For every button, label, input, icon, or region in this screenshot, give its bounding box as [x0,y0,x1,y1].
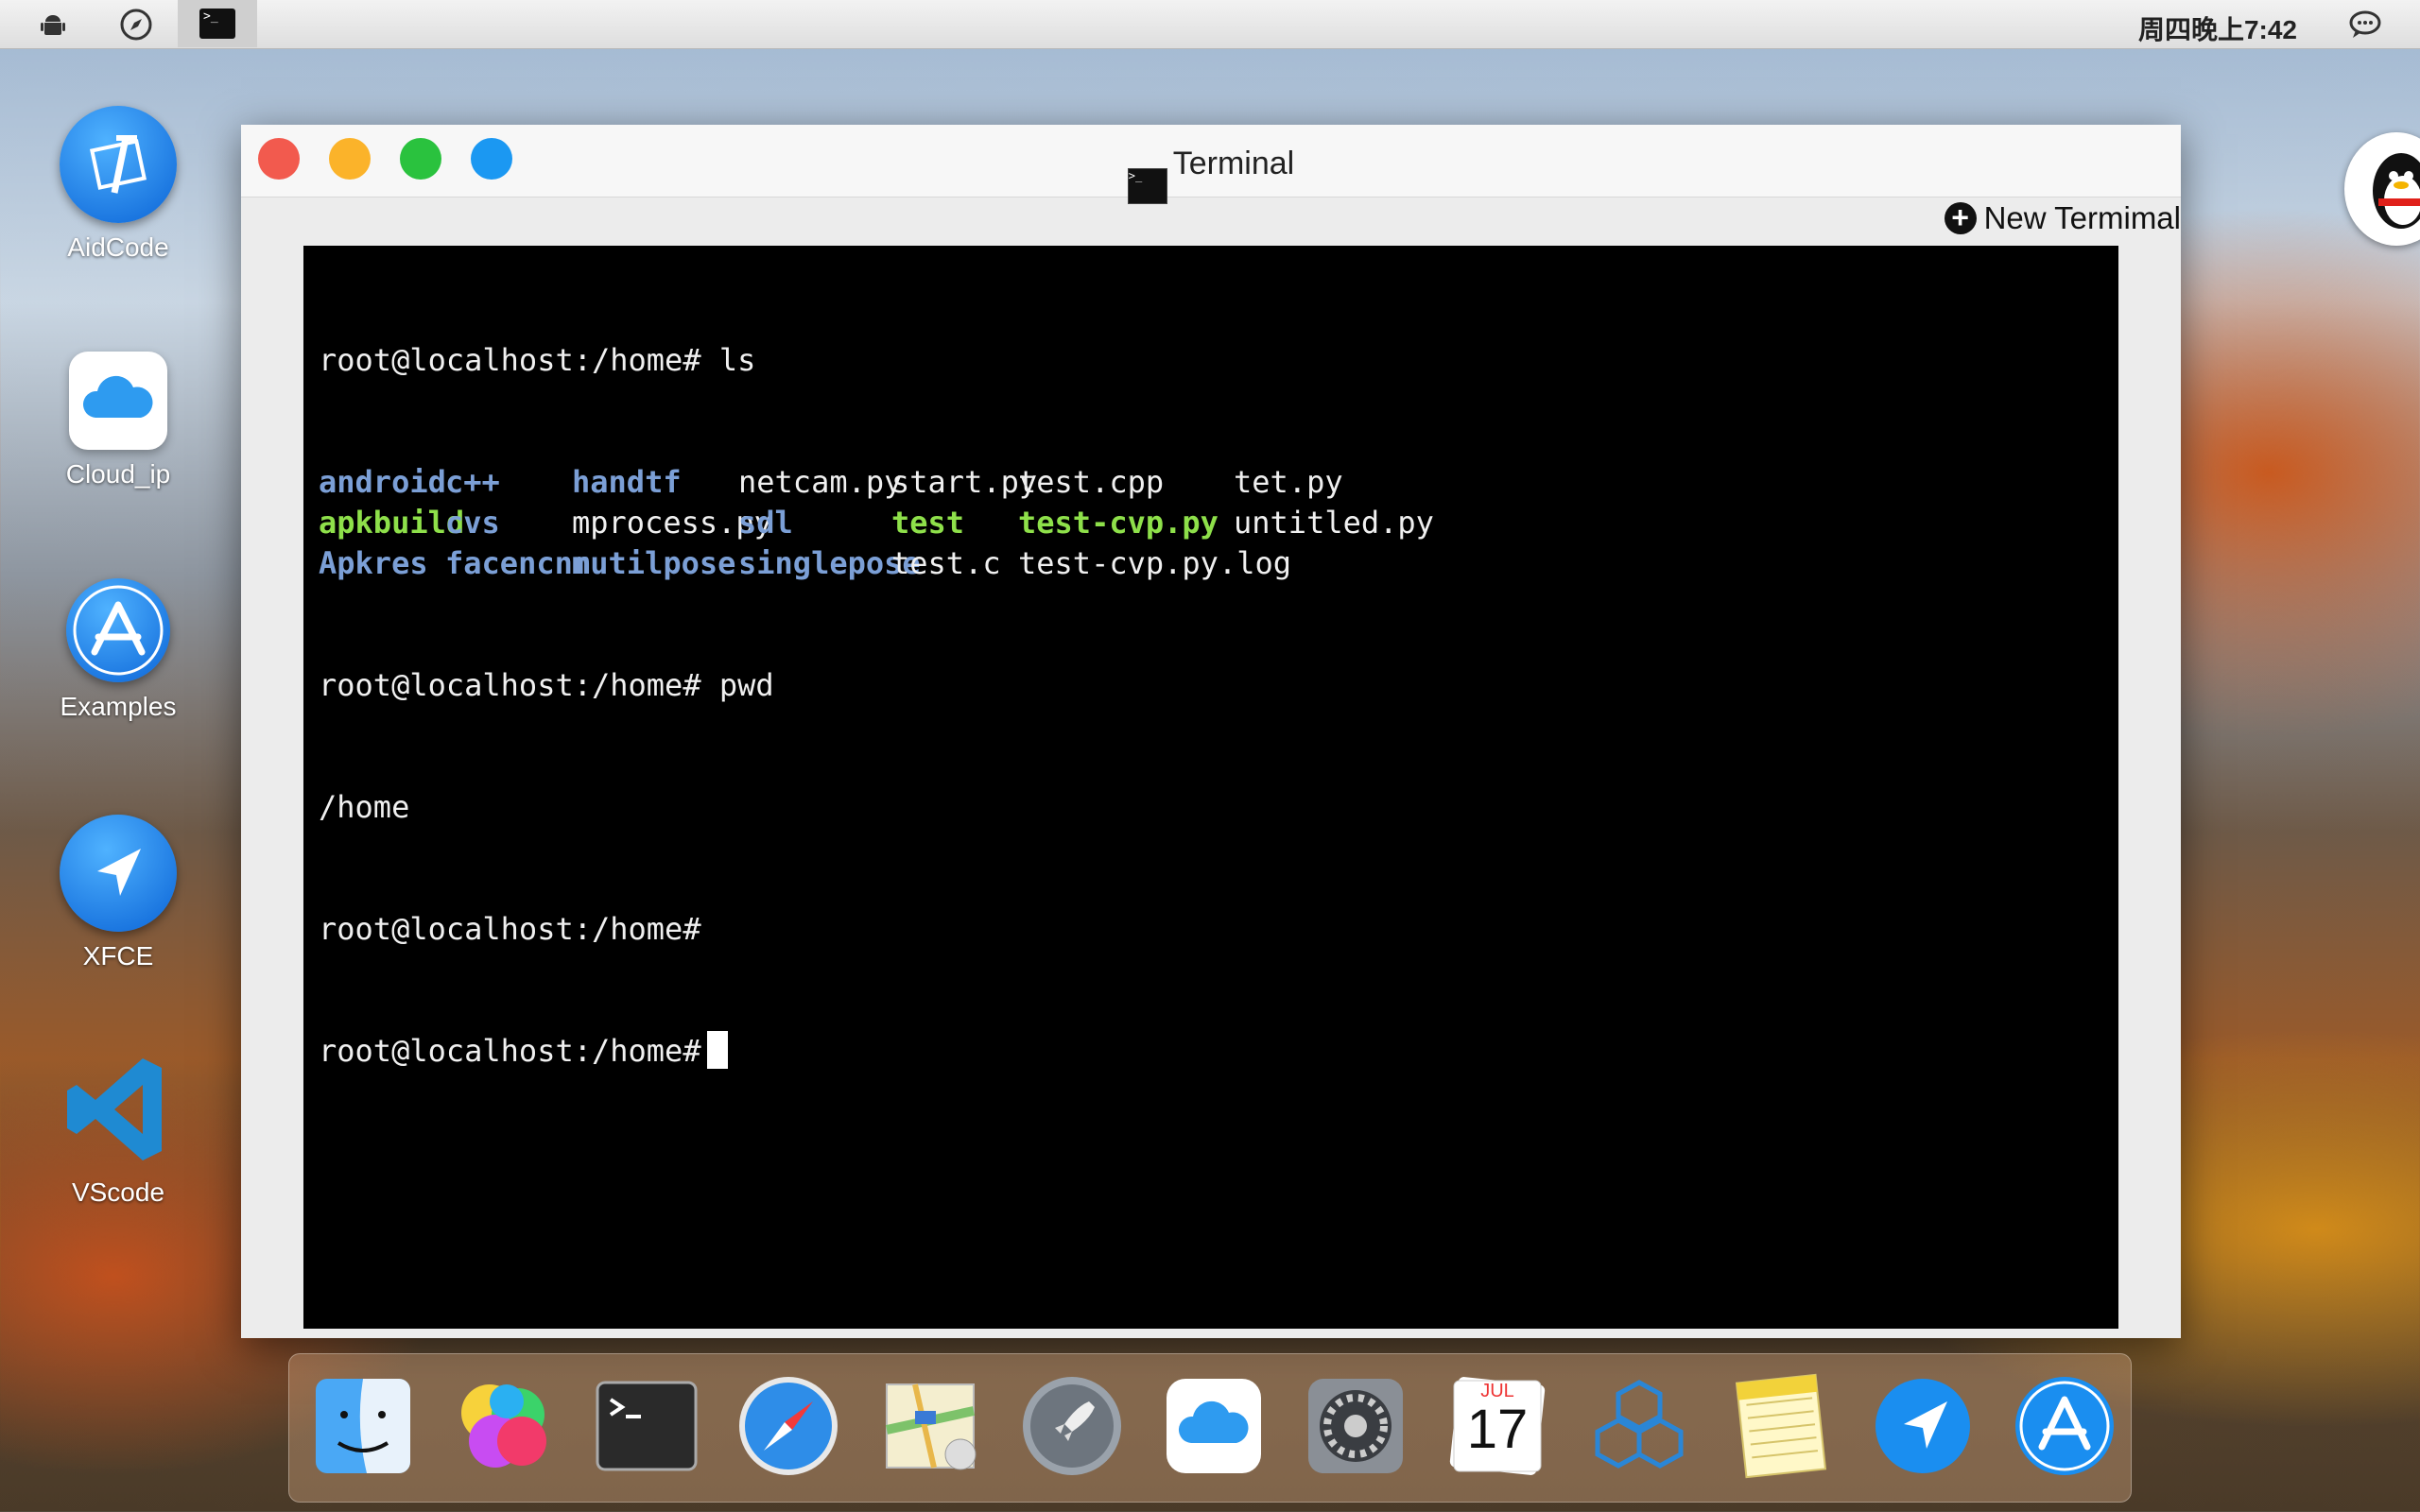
desktop-icon-label: XFCE [82,941,154,971]
window-title-text: Terminal [1172,146,1295,181]
ls-entry: test-cvp.py [1018,505,1219,541]
game-center-icon[interactable] [452,1373,558,1479]
launchpad-icon[interactable] [1019,1373,1125,1479]
ls-entry: singlepose [738,545,921,581]
ls-entry: test.c [891,545,1001,581]
menu-clock[interactable]: 周四晚上7:42 [2138,9,2297,47]
ls-entry: start.py [891,464,1038,500]
ls-entry: Apkres [319,545,428,581]
terminal-output-line: /home [319,789,410,825]
desktop-icon-aidcode[interactable]: AidCode [38,106,199,263]
terminal-prompt: root@localhost:/home# [319,1033,701,1069]
chat-bubble-icon[interactable] [2348,9,2382,40]
ls-row: apkbuildcvs mprocess.pysdl test test-cvp.py… [319,503,2103,543]
ls-entry: netcam.py [738,464,903,500]
app-store-icon [66,578,170,682]
plus-circle-icon: + [1944,202,1977,234]
ls-entry: test [891,505,965,541]
terminal-command: ls [718,342,756,378]
terminal-window: >_ Terminal + New Termimal root@localhost… [241,125,2181,1338]
ls-entry: cvs [445,505,500,541]
ls-entry: test-cvp.py.log [1018,545,1291,581]
ls-entry: test.cpp [1018,464,1165,500]
terminal-line: root@localhost:/home# [319,909,2103,950]
icloud-icon[interactable] [1161,1373,1267,1479]
ls-entry: apkbuild [319,505,465,541]
terminal-icon[interactable] [594,1373,700,1479]
desktop-icon-label: VScode [71,1177,165,1207]
terminal-prompt: root@localhost:/home# [319,342,701,378]
ls-entry: facencnn [445,545,592,581]
ls-row: androidc++ handtf netcam.pystart.pytest.cp… [319,462,2103,503]
terminal-prompt: root@localhost:/home# [319,911,701,947]
ls-entry: mprocess.py [572,505,772,541]
terminal-line: root@localhost:/home# [319,1031,2103,1072]
terminal-prompt: root@localhost:/home# [319,667,701,703]
ls-entry: untitled.py [1234,505,1434,541]
aidcode-icon [60,106,177,223]
compass-icon[interactable] [119,8,153,42]
new-terminal-label: New Termimal [1983,200,2181,235]
new-terminal-button[interactable]: + New Termimal [1944,200,2181,236]
terminal-cursor [706,1031,728,1069]
finder-icon[interactable] [310,1373,416,1479]
window-titlebar[interactable]: >_ Terminal [241,125,2181,204]
ls-entry: tet.py [1234,464,1343,500]
terminal-output[interactable]: root@localhost:/home# ls androidc++ handt… [303,246,2118,1329]
safari-icon[interactable] [735,1373,841,1479]
ls-entry: sdl [738,505,793,541]
menu-bar: >_ 周四晚上7:42 [0,0,2420,49]
cloud-icon [69,352,167,450]
maps-icon[interactable] [877,1373,983,1479]
terminal-line: root@localhost:/home# ls [319,340,2103,381]
cubes-icon[interactable] [1586,1373,1692,1479]
ls-output: androidc++ handtf netcam.pystart.pytest.cp… [319,462,2103,584]
calendar-day: 17 [1466,1399,1529,1460]
xfce-arrow-icon[interactable] [1870,1373,1976,1479]
desktop-icon-label: AidCode [67,232,169,262]
terminal-command: pwd [718,667,774,703]
qq-penguin-icon[interactable] [2344,132,2420,246]
xfce-arrow-icon [60,815,177,932]
desktop-icon-label: Cloud_ip [65,459,171,489]
vscode-icon [60,1051,177,1168]
ls-entry: android [319,464,446,500]
desktop-icon-examples[interactable]: Examples [38,578,199,722]
desktop-icon-cloud-ip[interactable]: Cloud_ip [38,342,199,490]
ls-entry: mutilpose [572,545,736,581]
desktop-icon-label: Examples [60,692,177,721]
android-icon[interactable] [36,8,70,42]
window-title: >_ Terminal [241,146,2181,204]
terminal-icon[interactable]: >_ [178,0,257,47]
terminal-icon: >_ [1127,168,1167,204]
desktop-icon-xfce[interactable]: XFCE [38,815,199,971]
ls-row: Apkres facencnnmutilposesingleposetest.c t… [319,543,2103,584]
notes-icon[interactable] [1728,1373,1834,1479]
terminal-line: root@localhost:/home# pwd [319,665,2103,706]
ls-entry: c++ [445,464,500,500]
app-store-icon[interactable] [2012,1373,2118,1479]
system-preferences-icon[interactable] [1303,1373,1409,1479]
calendar-icon[interactable]: JUL 17 [1444,1373,1550,1479]
desktop-icon-vscode[interactable]: VScode [38,1051,199,1208]
dock: JUL 17 [288,1353,2132,1503]
ls-entry: handtf [572,464,682,500]
